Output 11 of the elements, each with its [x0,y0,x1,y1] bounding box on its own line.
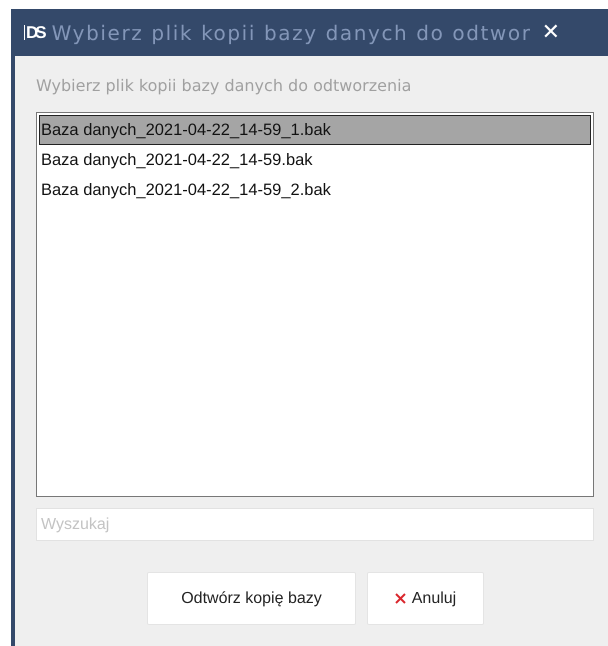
app-logo: DS [24,25,44,40]
close-icon [394,593,406,604]
file-list-item[interactable]: Baza danych_2021-04-22_14-59_1.bak [39,115,591,145]
close-button[interactable]: ✕ [542,22,560,44]
restore-button[interactable]: Odtwórz kopię bazy [147,572,356,625]
cancel-button[interactable]: Anuluj [367,572,484,625]
file-list-item[interactable]: Baza danych_2021-04-22_14-59.bak [39,145,591,175]
file-list-item[interactable]: Baza danych_2021-04-22_14-59_2.bak [39,175,591,205]
prompt-label: Wybierz plik kopii bazy danych do odtworzenia [36,76,412,97]
search-field[interactable]: Wyszukaj [36,508,594,541]
window-title: Wybierz plik kopii bazy danych do odtwor [52,20,532,44]
